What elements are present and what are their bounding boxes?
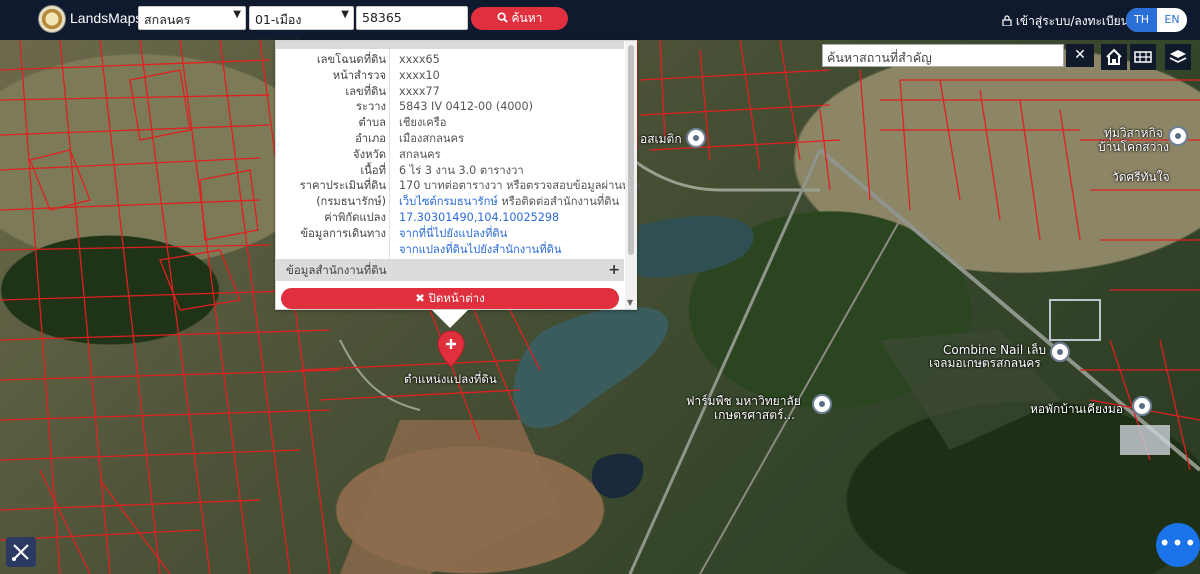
- search-icon: [497, 11, 512, 25]
- parcel-number-input[interactable]: 58365: [356, 6, 468, 30]
- top-bar: LandsMaps สกลนคร ▼ 01-เมืองสกลนคร ▼ 5836…: [0, 0, 1200, 47]
- more-options-button[interactable]: •••: [1156, 523, 1200, 567]
- coordinates-link[interactable]: 17.30301490,104.10025298: [399, 210, 559, 226]
- info-row: เลขโฉนดที่ดิน xxxx65: [316, 53, 440, 66]
- lake-main: [513, 306, 669, 429]
- info-row: (กรมธนารักษ์) เว็บไซต์กรมธนารักษ์ หรือติด…: [316, 195, 620, 209]
- poi-marker-icon[interactable]: [1168, 126, 1188, 146]
- pin-label: ตำแหน่งแปลงที่ดิน: [404, 372, 497, 386]
- pond-south: [591, 453, 644, 499]
- info-row: หน้าสำรวจ xxxx10: [332, 68, 440, 82]
- poi-marker-icon[interactable]: [686, 128, 706, 148]
- home-button[interactable]: [1101, 44, 1127, 70]
- chevron-down-icon: ▼: [233, 9, 241, 20]
- info-row: จังหวัด สกลนคร: [353, 147, 441, 161]
- layers-button[interactable]: [1165, 44, 1191, 70]
- grid-button[interactable]: [1130, 44, 1156, 70]
- plus-icon: +: [608, 262, 620, 278]
- poi-label: หอพักบ้านเคียงมอ: [1030, 402, 1123, 416]
- measure-tools-button[interactable]: [6, 537, 36, 567]
- close-icon[interactable]: ✕: [1066, 44, 1094, 67]
- district-select[interactable]: 01-เมืองสกลนคร ▼: [249, 6, 354, 47]
- close-icon: ✖: [415, 291, 425, 305]
- poi-marker-icon[interactable]: [1050, 342, 1070, 362]
- scrollbar-thumb[interactable]: [628, 45, 634, 255]
- info-row: ข้อมูลการเดินทาง จากที่นี่ไปยังแปลงที่ดิน: [300, 226, 508, 242]
- info-row: อำเภอ เมืองสกลนคร: [355, 131, 464, 145]
- poi-label: วัดศรีทันใจ: [1112, 170, 1170, 184]
- more-icon: •••: [1158, 531, 1198, 555]
- place-search-input[interactable]: ค้นหาสถานที่สำคัญ: [822, 44, 1064, 67]
- search-button[interactable]: ค้นหา: [471, 7, 568, 30]
- info-row: ตำบล เชียงเครือ: [358, 116, 447, 130]
- route-to-parcel-link[interactable]: จากที่นี่ไปยังแปลงที่ดิน: [399, 226, 507, 242]
- info-row: จากแปลงที่ดินไปยังสำนักงานที่ดิน: [276, 242, 624, 258]
- info-row: ระวาง 5843 IV 0412-00 (4000): [355, 100, 534, 114]
- landsmaps-logo-icon[interactable]: [38, 5, 66, 33]
- scroll-down-icon[interactable]: ▼: [627, 298, 633, 307]
- parcel-info-popup: เลขโฉนดที่ดิน xxxx65 หน้าสำรวจ xxxx10 เลขท…: [275, 40, 642, 310]
- poi-marker-icon[interactable]: [1132, 396, 1152, 416]
- poi-label: เจลมอเกษตรสกลนคร: [929, 356, 1041, 370]
- province-select[interactable]: สกลนคร ▼: [138, 6, 246, 30]
- popup-scrollbar[interactable]: ▼: [625, 41, 637, 309]
- poi-marker-icon[interactable]: [812, 394, 832, 414]
- poi-label: อสเมติก: [640, 132, 682, 146]
- lang-en-button[interactable]: EN: [1157, 8, 1187, 32]
- popup-tail: [432, 310, 468, 328]
- poi-label: บ้านโคกสว่าง: [1098, 140, 1169, 154]
- land-office-section-toggle[interactable]: ข้อมูลสำนักงานที่ดิน +: [276, 259, 624, 281]
- popup-header-strip: [276, 41, 624, 49]
- info-row: ค่าพิกัดแปลง 17.30301490,104.10025298: [324, 210, 560, 226]
- treasury-website-link[interactable]: เว็บไซต์กรมธนารักษ์: [399, 195, 498, 208]
- info-row: ราคาประเมินที่ดิน 170 บาทต่อตารางวา หรือต…: [299, 179, 642, 193]
- route-to-office-link[interactable]: จากแปลงที่ดินไปยังสำนักงานที่ดิน: [399, 242, 562, 258]
- parcel-info-table: เลขโฉนดที่ดิน xxxx65 หน้าสำรวจ xxxx10 เลขท…: [276, 52, 642, 258]
- brand-name: LandsMaps: [70, 10, 143, 26]
- login-link[interactable]: เข้าสู่ระบบ/ลงทะเบียน: [1002, 12, 1129, 31]
- lang-th-button[interactable]: TH: [1126, 8, 1157, 32]
- chevron-down-icon: ▼: [341, 9, 349, 20]
- close-popup-button[interactable]: ✖ ปิดหน้าต่าง: [281, 288, 619, 309]
- water-body-north: [633, 215, 754, 278]
- lock-icon: [1002, 14, 1016, 28]
- info-row: เลขที่ดิน xxxx77: [345, 84, 440, 98]
- info-row: เนื้อที่ 6 ไร่ 3 งาน 3.0 ตารางวา: [360, 163, 524, 177]
- language-toggle: TH EN: [1126, 8, 1187, 32]
- poi-label: เกษตรศาสตร์...: [714, 408, 795, 422]
